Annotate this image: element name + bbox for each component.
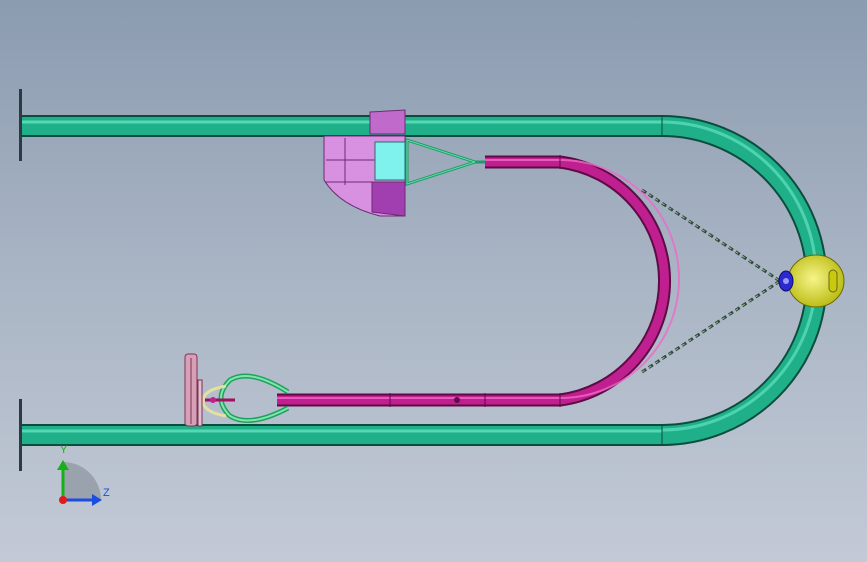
lower-mount-plate[interactable] — [184, 353, 203, 427]
upper-bracket[interactable] — [405, 137, 485, 187]
triad-quadrant-shade — [63, 462, 101, 500]
cad-viewport[interactable]: Y Z — [0, 0, 867, 562]
axis-triad[interactable]: Y Z — [57, 444, 110, 506]
left-end-plates[interactable] — [19, 89, 22, 471]
lower-bracket[interactable] — [201, 373, 290, 423]
y-axis-label: Y — [60, 444, 68, 456]
top-end-plate[interactable] — [19, 89, 22, 161]
x-axis-dot[interactable] — [59, 496, 67, 504]
model-scene[interactable]: Y Z — [0, 0, 867, 562]
z-axis-label: Z — [103, 487, 110, 499]
hub-plate[interactable] — [778, 254, 845, 308]
bottom-end-plate[interactable] — [19, 399, 22, 471]
